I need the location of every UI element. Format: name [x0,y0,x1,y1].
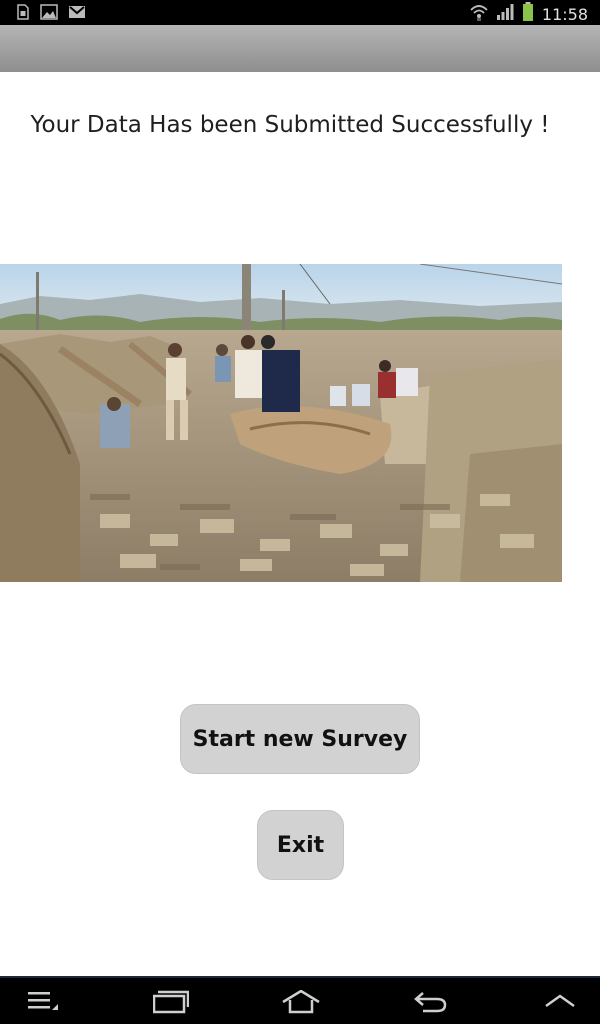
up-chevron-icon[interactable] [544,992,576,1014]
wifi-icon [470,3,488,25]
app-screen: 11:58 Your Data Has been Submitted Succe… [0,0,600,1024]
clock-time: 11:58 [541,4,588,24]
menu-icon[interactable] [28,990,60,1018]
sim-card-icon [16,4,30,24]
earthquake-rubble-photo [0,264,562,582]
navigation-bar [0,976,600,1024]
success-message: Your Data Has been Submitted Successfull… [30,112,550,138]
main-content: Your Data Has been Submitted Successfull… [0,72,600,976]
home-icon[interactable] [281,989,321,1018]
action-bar [0,25,600,73]
gallery-icon [40,4,58,24]
exit-button[interactable]: Exit [257,810,344,880]
recent-apps-icon[interactable] [152,990,190,1018]
battery-icon [522,2,534,26]
gmail-icon [68,4,86,24]
status-bar: 11:58 [0,0,600,25]
signal-icon [496,3,514,25]
back-icon[interactable] [413,990,449,1018]
start-new-survey-button[interactable]: Start new Survey [180,704,420,774]
